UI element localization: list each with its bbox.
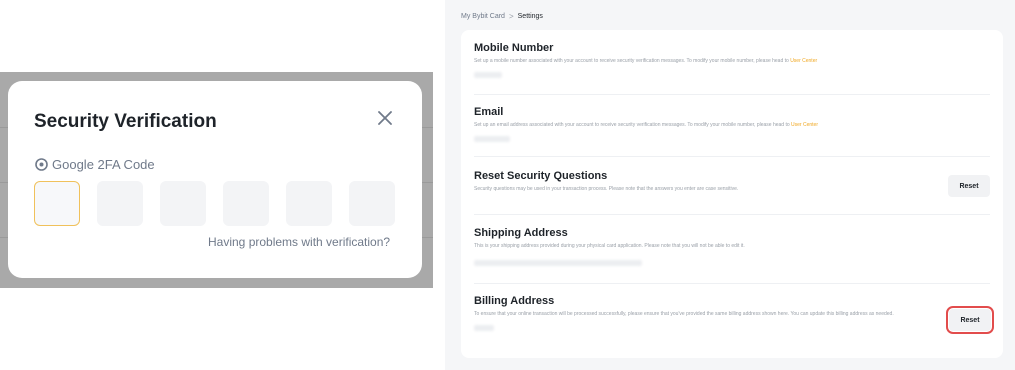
verification-help-link[interactable]: Having problems with verification? [208,235,390,249]
breadcrumb-separator-icon: > [508,12,514,21]
section-email: Email Set up an email address associated… [474,106,990,142]
divider [474,283,990,284]
section-description: This is your shipping address provided d… [474,243,745,249]
code-digit-3-input[interactable] [160,181,206,226]
section-description: To ensure that your online transaction w… [474,311,894,317]
section-description: Set up a mobile number associated with y… [474,58,990,65]
security-verification-modal: Security Verification Google 2FA Code Ha… [8,81,422,278]
reset-security-questions-button[interactable]: Reset [948,175,990,197]
section-reset-security-questions: Reset Security Questions Security questi… [474,170,990,193]
section-title: Shipping Address [474,227,568,239]
settings-card: Mobile Number Set up a mobile number ass… [461,30,1003,358]
breadcrumb: My Bybit Card > Settings [461,12,543,21]
section-description: Security questions may be used in your t… [474,186,739,192]
google-authenticator-icon [35,158,48,171]
section-shipping-address: Shipping Address This is your shipping a… [474,227,990,266]
user-center-link[interactable]: User Center [791,122,818,128]
modal-title: Security Verification [34,111,217,132]
code-digit-6-input[interactable] [349,181,395,226]
breadcrumb-my-bybit-card[interactable]: My Bybit Card [461,13,505,20]
code-digit-4-input[interactable] [223,181,269,226]
code-digit-2-input[interactable] [97,181,143,226]
section-mobile-number: Mobile Number Set up a mobile number ass… [474,42,990,78]
section-billing-address: Billing Address To ensure that your onli… [474,295,990,331]
redacted-email [474,136,510,142]
breadcrumb-settings: Settings [517,13,543,20]
divider [474,214,990,215]
redacted-billing-address [474,325,494,331]
section-title: Reset Security Questions [474,170,608,182]
section-description: Set up an email address associated with … [474,122,990,129]
code-digit-5-input[interactable] [286,181,332,226]
section-title: Email [474,106,504,118]
section-title: Billing Address [474,295,555,307]
divider [474,156,990,157]
close-icon[interactable] [375,108,395,128]
code-label-text: Google 2FA Code [52,157,155,172]
code-digit-1-input[interactable] [34,181,80,226]
redacted-shipping-address [474,260,642,266]
description-text: Set up a mobile number associated with y… [474,58,791,64]
redacted-mobile-number [474,72,502,78]
modal-backdrop: Security Verification Google 2FA Code Ha… [0,72,433,288]
settings-page: My Bybit Card > Settings Mobile Number S… [445,0,1015,370]
divider [474,94,990,95]
section-title: Mobile Number [474,42,554,54]
reset-billing-address-button[interactable]: Reset [946,306,994,334]
user-center-link[interactable]: User Center [790,58,817,64]
google-2fa-label: Google 2FA Code [35,157,155,172]
description-text: Set up an email address associated with … [474,122,792,128]
